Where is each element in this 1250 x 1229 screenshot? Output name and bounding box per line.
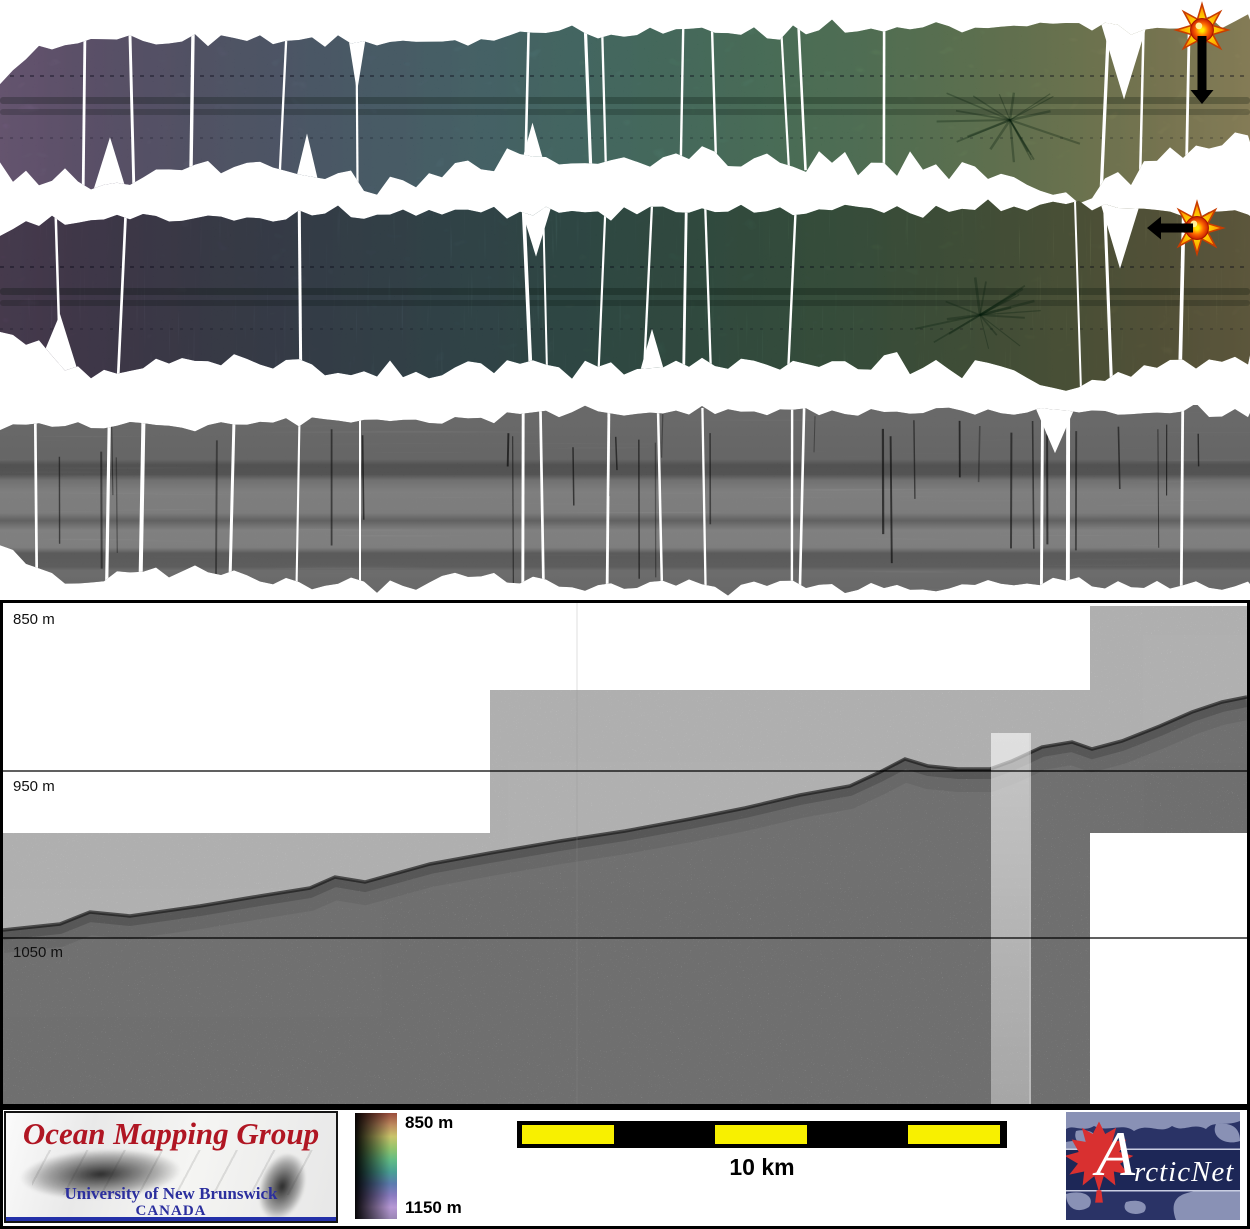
arcticnet-name: rcticNet bbox=[1134, 1156, 1234, 1189]
scale-bar bbox=[517, 1121, 1007, 1148]
bathymetry-swath-second-panel bbox=[0, 195, 1250, 410]
logo-bottom-strip bbox=[6, 1217, 336, 1221]
ocean-mapping-group-logo: Ocean Mapping Group University of New Br… bbox=[4, 1111, 338, 1223]
depth-label-850: 850 m bbox=[13, 611, 55, 628]
omg-title: Ocean Mapping Group bbox=[6, 1116, 336, 1152]
scale-bar-segment bbox=[908, 1125, 1000, 1144]
figure: 850 m 950 m 1050 m Ocean Mapping Group U… bbox=[0, 0, 1250, 1229]
subbottom-profile-panel: 850 m 950 m 1050 m bbox=[0, 600, 1250, 1107]
colorbar-shading bbox=[355, 1113, 397, 1219]
depth-label-950: 950 m bbox=[13, 778, 55, 795]
colorbar-bottom-label: 1150 m bbox=[405, 1198, 462, 1218]
backscatter-panel bbox=[0, 405, 1250, 600]
arcticnet-initial: A bbox=[1096, 1122, 1135, 1186]
scale-bar-segment bbox=[715, 1125, 807, 1144]
bathymetry-swath-top-panel bbox=[0, 0, 1250, 205]
subbottom-profile-image bbox=[3, 603, 1247, 1104]
arcticnet-logo: A rcticNet bbox=[1066, 1112, 1240, 1220]
scale-bar-label: 10 km bbox=[517, 1154, 1007, 1181]
depth-colorbar bbox=[355, 1113, 397, 1219]
colorbar-top-label: 850 m bbox=[405, 1113, 453, 1133]
legend-strip: Ocean Mapping Group University of New Br… bbox=[0, 1107, 1250, 1229]
omg-university: University of New Brunswick bbox=[6, 1184, 336, 1204]
scale-bar-segment bbox=[522, 1125, 614, 1144]
depth-label-1050: 1050 m bbox=[13, 944, 63, 961]
